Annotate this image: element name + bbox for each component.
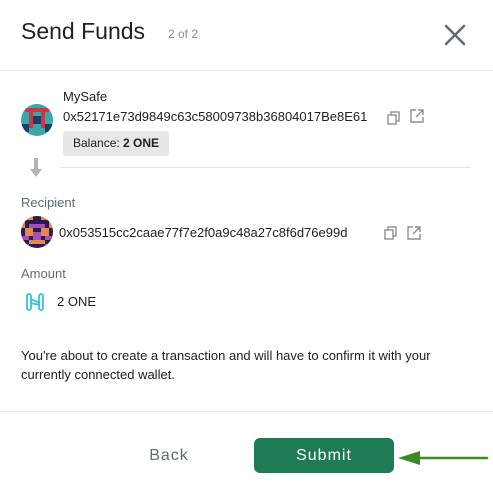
- balance-value: 2 ONE: [123, 136, 160, 150]
- one-token-icon: [26, 293, 44, 311]
- submit-button[interactable]: Submit: [254, 438, 394, 473]
- external-link-icon[interactable]: [406, 225, 422, 241]
- modal-header: Send Funds 2 of 2: [0, 0, 493, 71]
- down-arrow-icon: [30, 158, 42, 177]
- step-indicator: 2 of 2: [168, 27, 199, 41]
- amount-value: 2 ONE: [57, 294, 97, 309]
- recipient-avatar: [21, 216, 53, 248]
- amount-label: Amount: [21, 266, 66, 281]
- pointer-arrow-icon: [398, 451, 489, 465]
- recipient-label: Recipient: [21, 195, 76, 210]
- safe-avatar: [21, 104, 53, 136]
- copy-icon[interactable]: [383, 225, 399, 241]
- footer-divider: [0, 411, 493, 412]
- back-button[interactable]: Back: [120, 438, 218, 474]
- balance-badge: Balance: 2 ONE: [63, 131, 170, 156]
- safe-name: MySafe: [63, 89, 108, 104]
- confirm-note: You're about to create a transaction and…: [21, 348, 431, 382]
- close-icon[interactable]: [440, 20, 470, 50]
- copy-icon[interactable]: [386, 110, 402, 126]
- external-link-icon[interactable]: [409, 108, 425, 124]
- section-divider: [60, 167, 471, 168]
- recipient-address: 0x053515cc2caae77f7e2f0a9c48a27c8f6d76e9…: [59, 225, 348, 240]
- balance-label: Balance:: [73, 136, 120, 150]
- modal-title: Send Funds: [21, 18, 146, 44]
- safe-address: 0x52171e73d9849c63c58009738b36804017Be8E…: [63, 109, 368, 124]
